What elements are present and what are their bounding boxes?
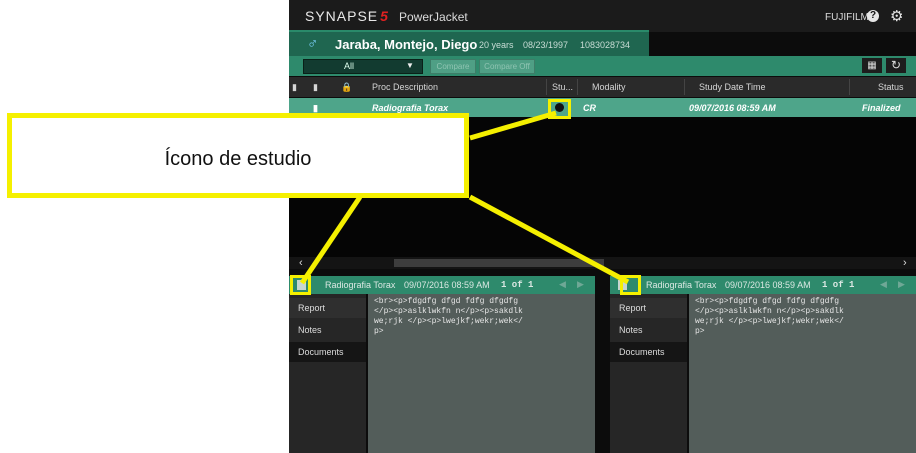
callout-line-right-pane: [468, 194, 630, 285]
callout-label: Ícono de estudio: [164, 148, 312, 170]
callout-line-study: [469, 110, 557, 141]
highlight-study-icon: [548, 99, 571, 119]
highlight-left-pane-icon: [290, 275, 311, 295]
callout-box: Ícono de estudio: [7, 113, 469, 198]
callout-line-left-pane: [299, 195, 363, 285]
highlight-right-pane-icon: [620, 275, 641, 295]
callout-lines: [299, 110, 630, 285]
